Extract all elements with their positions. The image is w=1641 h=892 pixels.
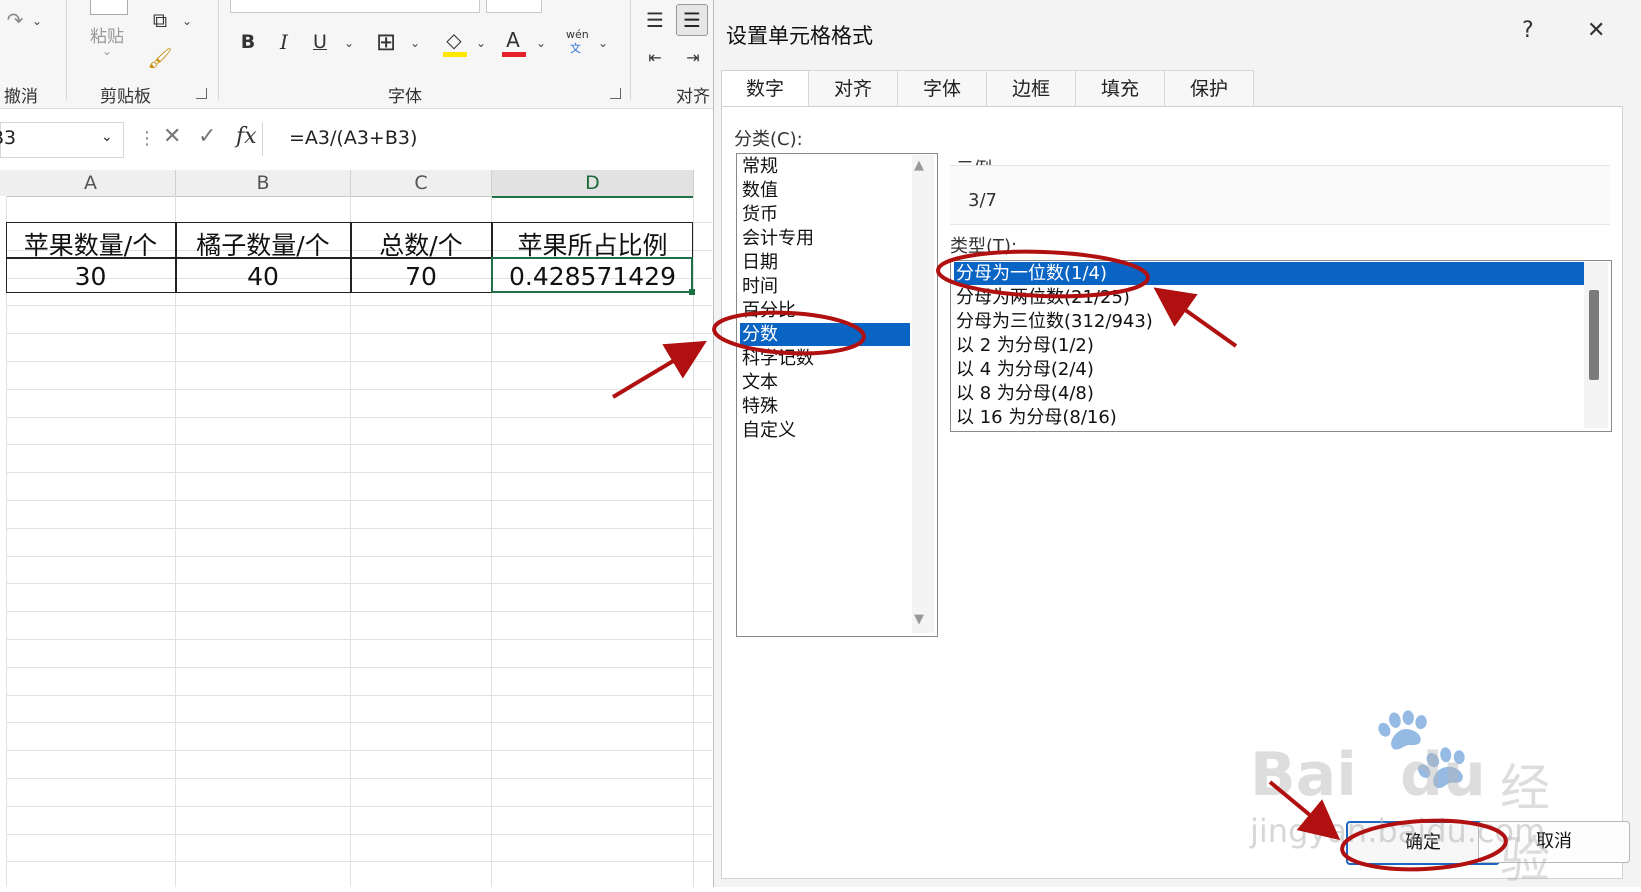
- annotation-layer: [611, 249, 1508, 872]
- arrow-ok: [1268, 780, 1341, 841]
- arrow-type: [1153, 287, 1238, 348]
- highlight-ellipse-ok: [1340, 818, 1508, 872]
- highlight-ellipse-category: [712, 310, 866, 356]
- highlight-ellipse-type: [936, 249, 1150, 299]
- arrow-category: [611, 340, 707, 399]
